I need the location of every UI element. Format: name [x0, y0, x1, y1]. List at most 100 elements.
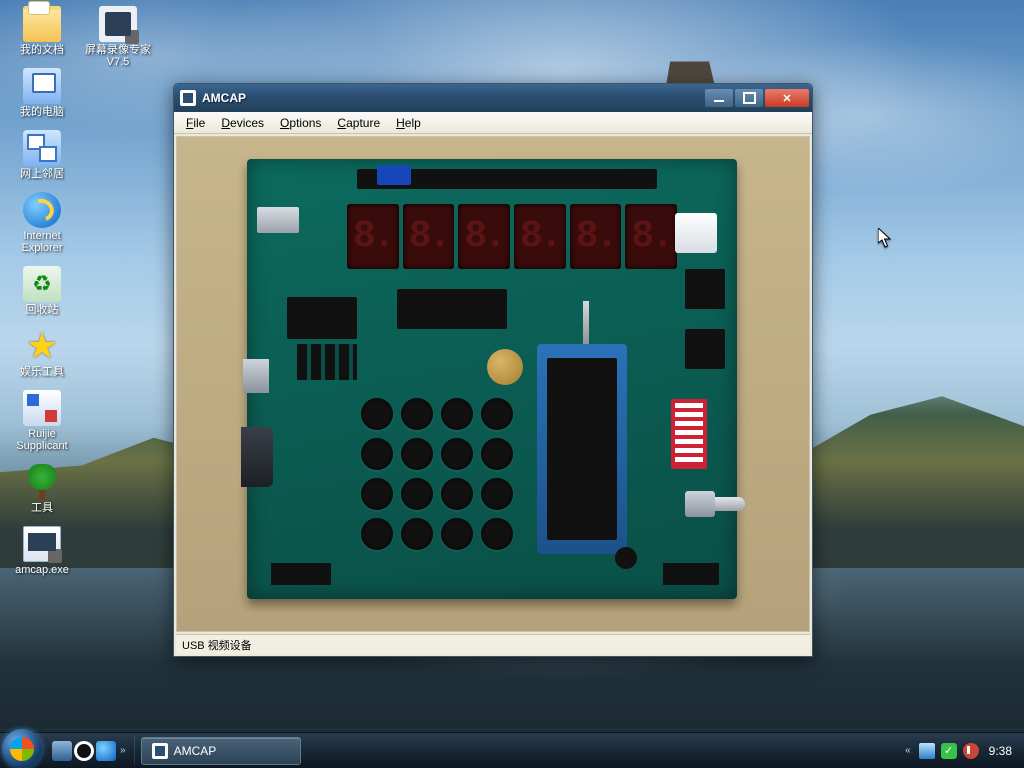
- white-component: [675, 213, 717, 253]
- desktop-icon-internet-explorer[interactable]: Internet Explorer: [6, 190, 78, 256]
- tactile-button: [481, 478, 513, 510]
- menu-help[interactable]: Help: [388, 114, 429, 132]
- menu-devices[interactable]: Devices: [213, 114, 272, 132]
- seven-segment-digit: [458, 204, 510, 269]
- star-icon: [23, 328, 61, 364]
- quick-launch: »: [46, 737, 135, 765]
- status-text: USB 视频设备: [182, 637, 252, 653]
- icon-label: 我的电脑: [6, 106, 78, 118]
- taskbar[interactable]: » AMCAP « 9:38: [0, 732, 1024, 768]
- amcap-window[interactable]: AMCAP File Devices Options Capture Help: [173, 83, 813, 657]
- desktop[interactable]: 我的文档 我的电脑 网上邻居 Internet Explorer 回收站 娱乐工…: [0, 0, 1024, 768]
- tray-expand-icon[interactable]: «: [903, 745, 913, 756]
- ie-quicklaunch-icon[interactable]: [96, 741, 116, 761]
- system-tray: « 9:38: [895, 733, 1024, 768]
- coin-cell: [487, 349, 523, 385]
- usb-b-port: [243, 359, 269, 393]
- circuit-board: [247, 159, 737, 599]
- tactile-button: [441, 438, 473, 470]
- network-icon: [23, 130, 61, 166]
- taskbar-clock[interactable]: 9:38: [985, 744, 1016, 758]
- seven-segment-digit: [570, 204, 622, 269]
- minimize-button[interactable]: [705, 89, 733, 107]
- task-app-icon: [152, 743, 168, 759]
- exe-icon: [23, 526, 61, 562]
- desktop-icon-recycle-bin[interactable]: 回收站: [6, 264, 78, 318]
- pin-header: [271, 563, 331, 585]
- start-button[interactable]: [2, 729, 42, 768]
- pin-header: [663, 563, 719, 585]
- desktop-icon-my-computer[interactable]: 我的电脑: [6, 66, 78, 120]
- desktop-icon-tools[interactable]: 工具: [6, 462, 78, 516]
- dip-switch: [671, 399, 707, 469]
- statusbar: USB 视频设备: [176, 634, 810, 654]
- tree-icon: [23, 464, 61, 500]
- pin-header: [685, 269, 725, 309]
- tactile-button: [441, 398, 473, 430]
- icon-label: 回收站: [6, 304, 78, 316]
- ic-chips-small: [297, 344, 357, 380]
- titlebar[interactable]: AMCAP: [174, 84, 812, 112]
- taskbar-item-amcap[interactable]: AMCAP: [141, 737, 301, 765]
- desktop-icon-entertainment[interactable]: 娱乐工具: [6, 326, 78, 380]
- seven-segment-row: [347, 204, 677, 269]
- tactile-button: [401, 398, 433, 430]
- recorder-icon: [99, 6, 137, 42]
- quicklaunch-expand[interactable]: »: [118, 745, 128, 756]
- security-tray-icon[interactable]: [963, 743, 979, 759]
- task-label: AMCAP: [174, 744, 217, 758]
- seven-segment-digit: [403, 204, 455, 269]
- qq-icon[interactable]: [74, 741, 94, 761]
- tactile-button: [361, 478, 393, 510]
- show-desktop-icon[interactable]: [52, 741, 72, 761]
- menu-capture[interactable]: Capture: [329, 114, 388, 132]
- jumper-block: [377, 165, 411, 185]
- ic-chip: [397, 289, 507, 329]
- icon-label: 我的文档: [6, 44, 78, 56]
- tactile-button: [481, 398, 513, 430]
- tactile-button: [481, 518, 513, 550]
- desktop-icons-column-2: 屏幕录像专家 V7.5: [82, 4, 154, 78]
- desktop-icon-ruijie[interactable]: Ruijie Supplicant: [6, 388, 78, 454]
- folder-icon: [23, 6, 61, 42]
- icon-label: 娱乐工具: [6, 366, 78, 378]
- window-title: AMCAP: [202, 91, 705, 105]
- window-controls: [705, 89, 809, 107]
- close-button[interactable]: [765, 89, 809, 107]
- menu-options[interactable]: Options: [272, 114, 329, 132]
- tactile-button: [481, 438, 513, 470]
- usb-a-port: [257, 207, 299, 233]
- desktop-icon-screen-recorder[interactable]: 屏幕录像专家 V7.5: [82, 4, 154, 70]
- video-preview: [176, 136, 810, 632]
- maximize-button[interactable]: [735, 89, 763, 107]
- status-ok-tray-icon[interactable]: [941, 743, 957, 759]
- icon-label: amcap.exe: [6, 564, 78, 576]
- seven-segment-digit: [347, 204, 399, 269]
- pin-header: [685, 329, 725, 369]
- icon-label: 工具: [6, 502, 78, 514]
- ie-icon: [23, 192, 61, 228]
- tactile-button: [401, 478, 433, 510]
- computer-icon: [23, 68, 61, 104]
- tactile-button: [361, 438, 393, 470]
- desktop-icon-network-places[interactable]: 网上邻居: [6, 128, 78, 182]
- recycle-icon: [23, 266, 61, 302]
- tactile-button: [441, 518, 473, 550]
- ic-chip: [287, 297, 357, 339]
- network-tray-icon[interactable]: [919, 743, 935, 759]
- tactile-button: [401, 518, 433, 550]
- icon-label: 屏幕录像专家 V7.5: [82, 44, 154, 68]
- seven-segment-digit: [625, 204, 677, 269]
- potentiometer: [685, 483, 745, 523]
- desktop-icon-amcap-exe[interactable]: amcap.exe: [6, 524, 78, 578]
- zif-socket: [537, 344, 627, 554]
- button-keypad: [357, 394, 517, 554]
- menu-file[interactable]: File: [178, 114, 213, 132]
- menubar: File Devices Options Capture Help: [174, 112, 812, 134]
- tactile-button: [441, 478, 473, 510]
- serial-port: [241, 427, 273, 487]
- icon-label: Ruijie Supplicant: [6, 428, 78, 452]
- tactile-button: [361, 398, 393, 430]
- ruijie-icon: [23, 390, 61, 426]
- desktop-icon-my-documents[interactable]: 我的文档: [6, 4, 78, 58]
